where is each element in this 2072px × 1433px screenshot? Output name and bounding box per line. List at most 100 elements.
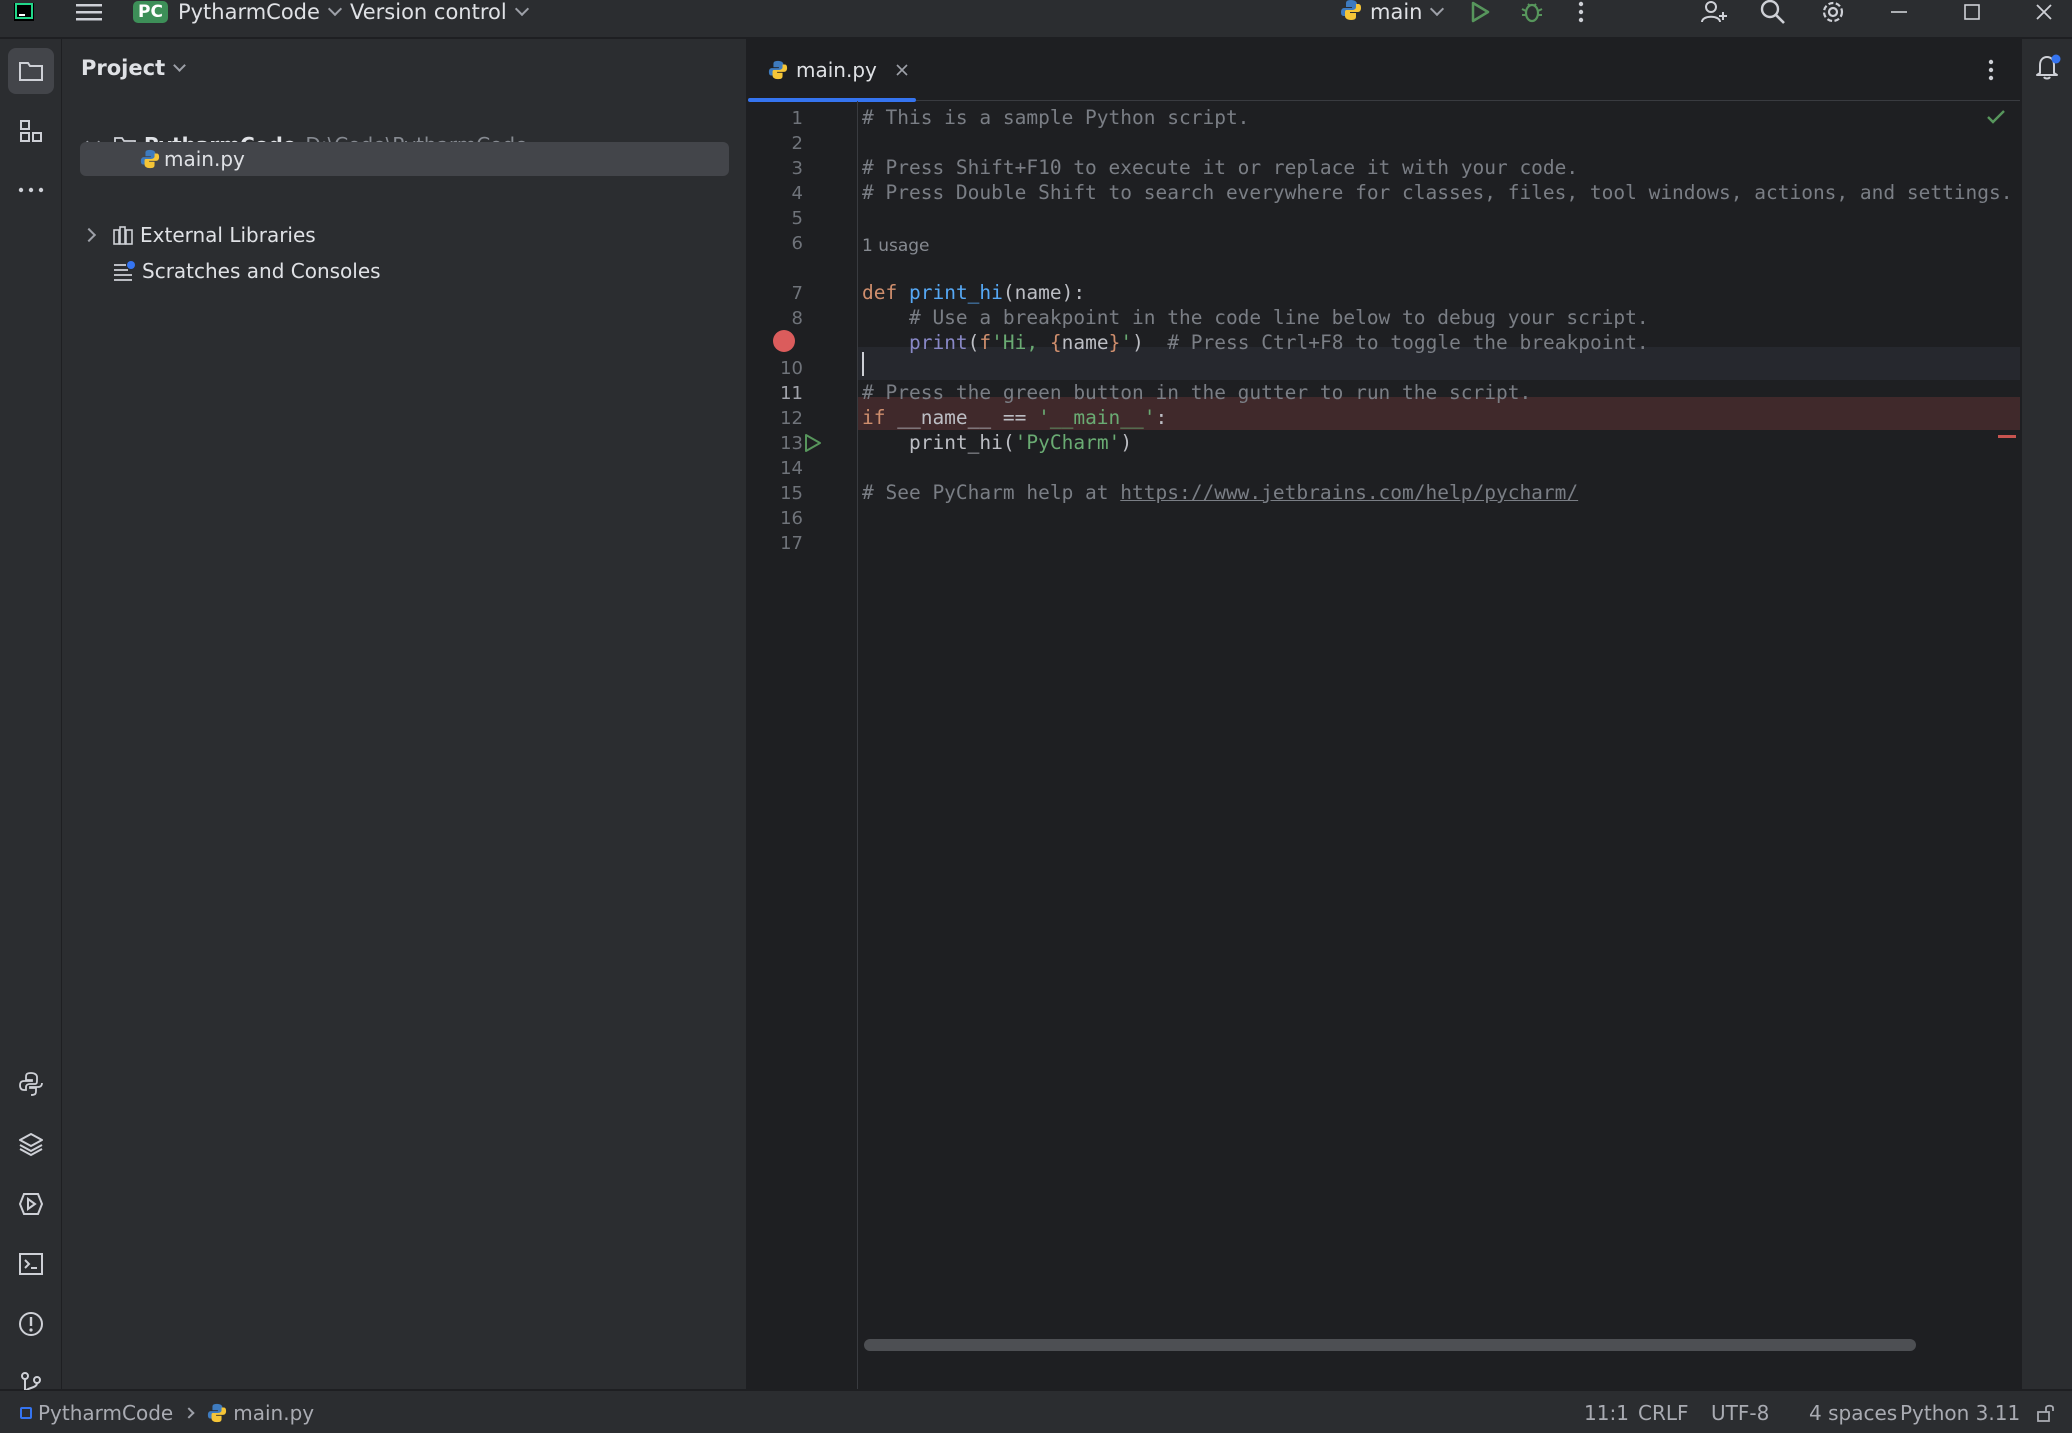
code-text: name: [1061, 331, 1109, 354]
checkmark-icon: [1987, 110, 2005, 124]
line-number: 10: [780, 358, 803, 379]
maximize-button[interactable]: [1963, 0, 1981, 24]
terminal-button[interactable]: [8, 1241, 54, 1287]
code-text: print_hi(: [908, 431, 1015, 454]
python-file-icon: [140, 149, 160, 169]
breadcrumb: PytharmCode main.py: [20, 1391, 314, 1433]
notifications-button[interactable]: [2034, 53, 2062, 85]
code-fstring-prefix: f: [979, 331, 992, 354]
project-name: PytharmCode: [177, 0, 320, 24]
services-icon: [18, 1193, 44, 1215]
more-vertical-icon: [1578, 1, 1584, 23]
code-with-me-button[interactable]: [1700, 0, 1728, 24]
chevron-down-icon: [1430, 1, 1445, 17]
help-link[interactable]: https://www.jetbrains.com/help/pycharm/: [1120, 481, 1578, 504]
close-tab-icon[interactable]: [895, 63, 909, 77]
line-number: 2: [791, 133, 803, 154]
code-brace: }: [1108, 331, 1121, 354]
tab-main-py[interactable]: main.py: [748, 39, 916, 102]
line-number: 8: [791, 308, 803, 329]
line-number: 7: [791, 283, 803, 304]
breadcrumb-file[interactable]: main.py: [233, 1401, 314, 1425]
code-brace: {: [1049, 331, 1062, 354]
unlock-icon: [2037, 1404, 2054, 1422]
left-tool-strip: [0, 39, 62, 1395]
error-stripe-marker[interactable]: [1998, 435, 2016, 438]
folder-icon: [19, 62, 43, 81]
chevron-down-icon: [173, 58, 186, 72]
file-encoding[interactable]: UTF-8: [1711, 1391, 1769, 1433]
scratches-icon: [114, 261, 135, 281]
chevron-right-icon[interactable]: [81, 227, 97, 243]
inspection-ok-indicator[interactable]: [1986, 109, 2006, 129]
pycharm-logo-icon[interactable]: [14, 0, 34, 24]
line-number: 3: [791, 158, 803, 179]
run-config-selector[interactable]: main: [1340, 0, 1445, 26]
minimize-button[interactable]: [1890, 0, 1908, 24]
code-comment: # See PyCharm help at: [862, 481, 1121, 504]
project-panel: Project PytharmCode D:\Code\PytharmCode …: [62, 39, 747, 1389]
line-separator[interactable]: CRLF: [1638, 1391, 1689, 1433]
python-interpreter[interactable]: Python 3.11: [1900, 1391, 2020, 1433]
horizontal-scrollbar[interactable]: [864, 1339, 1916, 1351]
python-console-button[interactable]: [8, 1061, 54, 1107]
read-only-toggle[interactable]: [2036, 1391, 2056, 1433]
tree-external-libraries[interactable]: External Libraries: [80, 218, 316, 252]
code-line-14[interactable]: print_hi('PyCharm'): [862, 426, 1132, 459]
run-button[interactable]: [1469, 0, 1491, 24]
breakpoint-icon[interactable]: [773, 330, 795, 352]
layers-icon: [19, 1133, 43, 1157]
editor-tab-bar: main.py: [748, 39, 2020, 102]
run-gutter-button[interactable]: [803, 433, 823, 457]
close-window-button[interactable]: [2035, 0, 2053, 24]
run-icon: [805, 434, 821, 452]
more-vertical-icon: [1988, 59, 1994, 81]
project-switcher[interactable]: PC PytharmCode: [133, 0, 343, 24]
editor-area: main.py 1 2 3 4 5 6 7 8 10 11 12 13 14 1…: [748, 39, 2020, 1389]
code-line-4[interactable]: # Press Double Shift to search everywher…: [862, 176, 2018, 209]
tree-file-main-py[interactable]: main.py: [80, 142, 729, 176]
tree-scratches[interactable]: Scratches and Consoles: [80, 254, 381, 288]
line-number: 12: [780, 408, 803, 429]
breadcrumb-project[interactable]: PytharmCode: [38, 1401, 173, 1425]
code-line-9[interactable]: print(f 'Hi, {name} ') # Press Ctrl+F8 to …: [862, 326, 1649, 359]
terminal-icon: [19, 1253, 43, 1275]
code-line-1[interactable]: # This is a sample Python script.: [862, 101, 1249, 134]
caret-position[interactable]: 11:1: [1584, 1391, 1629, 1433]
services-button[interactable]: [8, 1181, 54, 1227]
code-string: 'PyCharm': [1014, 431, 1121, 454]
chevron-right-icon: [183, 1406, 195, 1419]
search-everywhere-button[interactable]: [1760, 0, 1786, 24]
more-horizontal-icon: [18, 187, 44, 193]
line-number: 17: [780, 533, 803, 554]
run-config-label: main: [1370, 0, 1423, 24]
external-libraries-label: External Libraries: [140, 223, 316, 247]
indent-setting[interactable]: 4 spaces: [1809, 1391, 1897, 1433]
usage-hint[interactable]: 1 usage: [862, 233, 930, 259]
add-user-icon: [1701, 1, 1727, 23]
settings-button[interactable]: [1820, 0, 1846, 24]
text-caret: [862, 352, 864, 376]
debug-button[interactable]: [1520, 0, 1544, 24]
line-number: 4: [791, 183, 803, 204]
tab-label: main.py: [796, 58, 877, 82]
code-text: ): [1132, 331, 1144, 354]
module-icon: [20, 1406, 32, 1419]
project-view-selector[interactable]: Project: [81, 56, 186, 80]
code-text: ): [1120, 431, 1133, 454]
problems-button[interactable]: [8, 1301, 54, 1347]
search-icon: [1760, 0, 1785, 24]
structure-tool-button[interactable]: [8, 108, 54, 154]
main-menu-button[interactable]: [76, 0, 102, 24]
python-packages-button[interactable]: [8, 1121, 54, 1167]
project-tool-button[interactable]: [8, 48, 54, 94]
python-icon: [1340, 0, 1362, 26]
more-actions-button[interactable]: [1578, 0, 1584, 24]
project-badge: PC: [133, 1, 168, 23]
editor-gutter[interactable]: 1 2 3 4 5 6 7 8 10 11 12 13 14 15 16 17: [748, 101, 858, 1389]
code-line-16[interactable]: # See PyCharm help at https://www.jetbra…: [862, 476, 1578, 509]
vcs-menu[interactable]: Version control: [350, 0, 529, 24]
close-icon: [2036, 4, 2052, 20]
more-tools-button[interactable]: [8, 167, 54, 213]
tab-options-button[interactable]: [1988, 59, 1994, 85]
